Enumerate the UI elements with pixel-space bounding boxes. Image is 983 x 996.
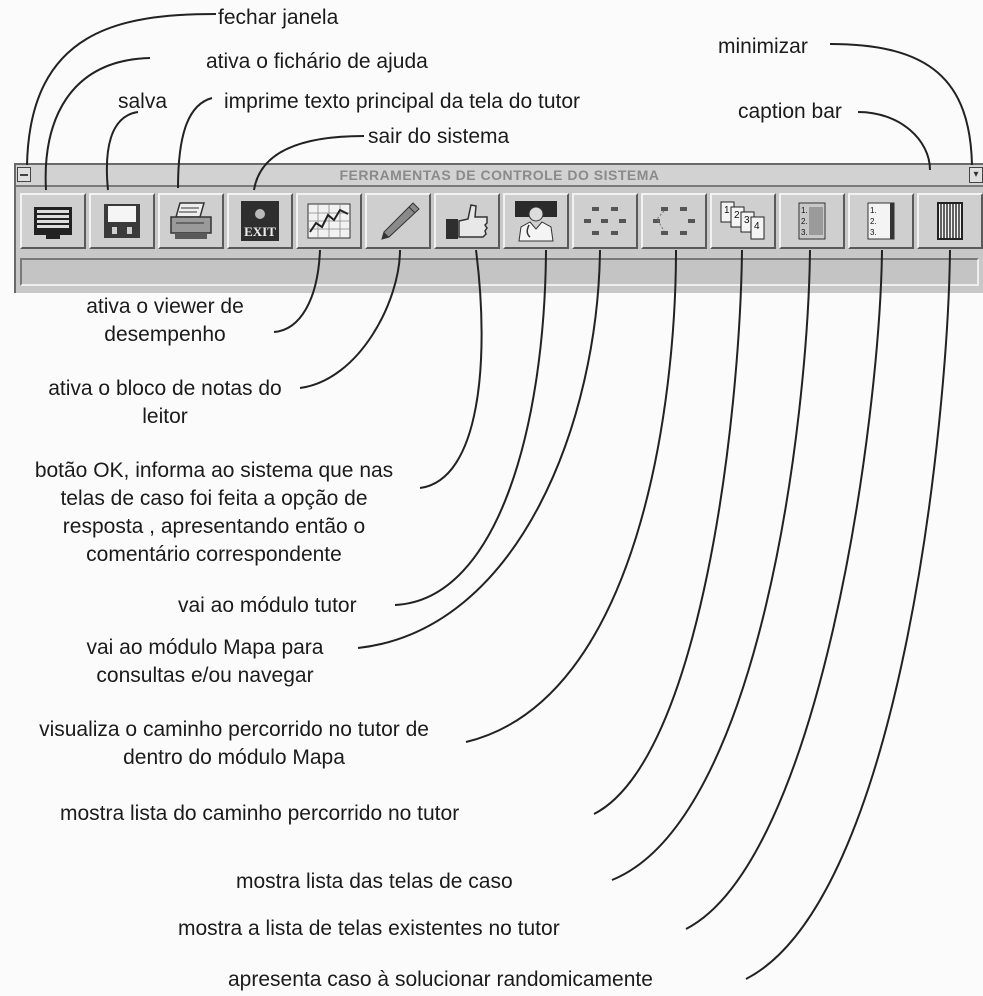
- chart-icon: [307, 203, 351, 239]
- label-caminho-mapa: visualiza o caminho percorrido no tutor …: [39, 718, 429, 769]
- label-sair: sair do sistema: [368, 125, 510, 148]
- label-lista-caminho: mostra lista do caminho percorrido no tu…: [60, 802, 460, 825]
- save-button[interactable]: [89, 193, 155, 249]
- toolbar-buttons: EXIT 1 2 3 4 1. 2. 3. 1. 2. 3.: [20, 193, 983, 251]
- tutor-module-button[interactable]: [503, 193, 569, 249]
- list-number: 3.: [870, 228, 877, 237]
- printer-icon: [170, 202, 212, 239]
- label-botao-ok: botão OK, informa ao sistema que nas tela…: [34, 459, 394, 566]
- window-title: FERRAMENTAS DE CONTROLE DO SISTEMA: [339, 167, 660, 183]
- cards-icon: 1 2 3 4: [720, 201, 765, 240]
- card-number: 4: [754, 221, 760, 232]
- random-case-button[interactable]: [917, 193, 983, 249]
- card-number: 2: [734, 210, 740, 221]
- minimize-button[interactable]: ▾: [969, 167, 983, 183]
- thumbs-up-icon: [446, 204, 488, 239]
- label-viewer: ativa o viewer de desempenho: [86, 295, 244, 346]
- numbered-list-icon: 1. 2. 3.: [798, 202, 826, 240]
- notebook-icon: [34, 207, 72, 239]
- striped-page-icon: [937, 202, 963, 240]
- map-icon: [584, 207, 626, 235]
- card-number: 3: [744, 215, 750, 226]
- performance-viewer-button[interactable]: [296, 193, 362, 249]
- card-number: 1: [724, 205, 730, 216]
- exit-icon: EXIT: [241, 201, 279, 241]
- list-number: 1.: [870, 206, 877, 215]
- list-number: 3.: [801, 228, 808, 237]
- label-minimizar: minimizar: [718, 35, 808, 58]
- toolbar-window: FERRAMENTAS DE CONTROLE DO SISTEMA ▾ EXI…: [14, 163, 983, 293]
- print-button[interactable]: [158, 193, 224, 249]
- tutor-screens-list-button[interactable]: 1. 2. 3.: [848, 193, 914, 249]
- map-path-button[interactable]: [641, 193, 707, 249]
- map-path-icon: [653, 207, 695, 235]
- ok-button[interactable]: [434, 193, 500, 249]
- label-lista-telas: mostra a lista de telas existentes no tu…: [178, 917, 560, 940]
- pencil-icon: [381, 202, 420, 240]
- numbered-page-icon: 1. 2. 3.: [867, 202, 895, 240]
- list-number: 2.: [801, 217, 808, 226]
- case-screens-list-button[interactable]: 1. 2. 3.: [779, 193, 845, 249]
- label-lista-caso: mostra lista das telas de caso: [236, 870, 513, 893]
- tutor-path-list-button[interactable]: 1 2 3 4: [710, 193, 776, 249]
- notepad-button[interactable]: [365, 193, 431, 249]
- label-randomico: apresenta caso à solucionar randomicamen…: [228, 968, 653, 991]
- list-number: 2.: [870, 217, 877, 226]
- label-fechar-janela: fechar janela: [218, 6, 339, 29]
- label-imprime: imprime texto principal da tela do tutor: [224, 90, 581, 113]
- label-bloco-notas: ativa o bloco de notas do leitor: [48, 377, 282, 428]
- label-ficha-ajuda: ativa o fichário de ajuda: [206, 50, 428, 73]
- label-salva: salva: [118, 90, 168, 113]
- svg-text:EXIT: EXIT: [244, 224, 276, 239]
- doctor-icon: [515, 201, 557, 242]
- map-module-button[interactable]: [572, 193, 638, 249]
- label-modulo-mapa: vai ao módulo Mapa para consultas e/ou na…: [86, 636, 324, 687]
- exit-button[interactable]: EXIT: [227, 193, 293, 249]
- help-notebook-button[interactable]: [20, 193, 86, 249]
- label-caption-bar: caption bar: [738, 100, 842, 123]
- caption-bar[interactable]: FERRAMENTAS DE CONTROLE DO SISTEMA ▾: [16, 165, 983, 187]
- label-modulo-tutor: vai ao módulo tutor: [178, 594, 357, 617]
- list-number: 1.: [801, 206, 808, 215]
- floppy-disk-icon: [104, 204, 140, 238]
- status-bar: [20, 258, 979, 286]
